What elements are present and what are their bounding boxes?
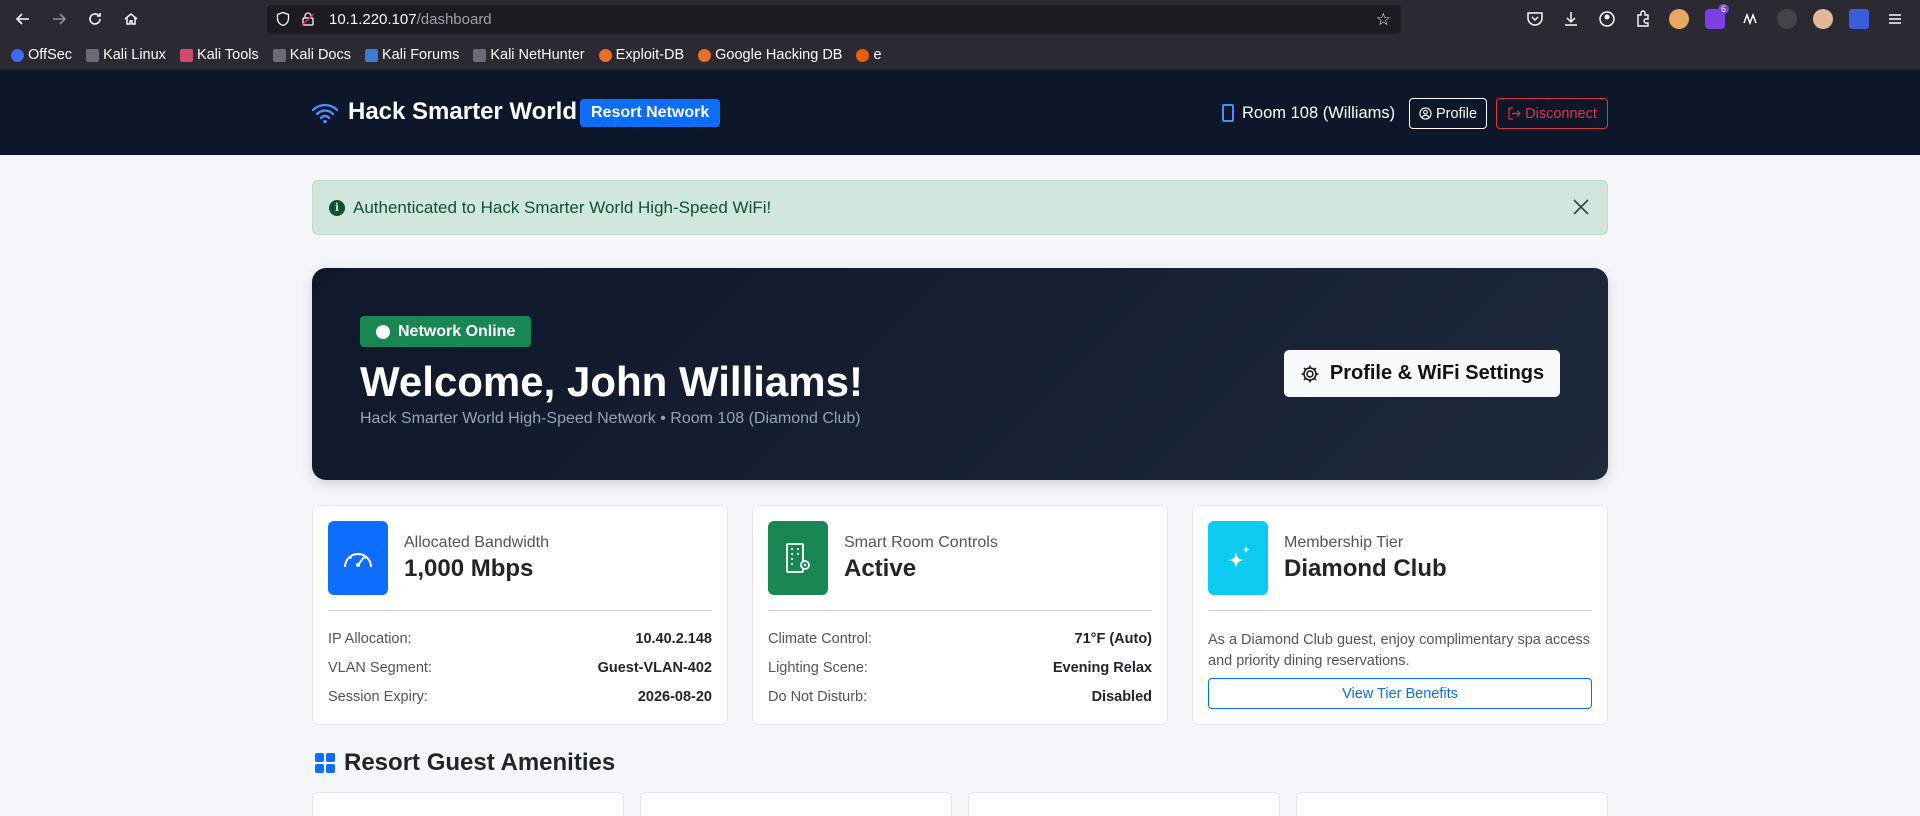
pocket-icon[interactable] xyxy=(1525,9,1545,29)
status-dot-icon xyxy=(376,324,390,339)
bookmarks-bar: OffSec Kali Linux Kali Tools Kali Docs K… xyxy=(0,40,1920,70)
browser-nav-row: 10.1.220.107/dashboard ☆ 6 xyxy=(0,0,1920,38)
bookmark-kali-nethunter[interactable]: Kali NetHunter xyxy=(473,47,585,63)
logout-icon xyxy=(1508,107,1521,120)
card-label: Membership Tier xyxy=(1284,534,1404,551)
amenity-card[interactable] xyxy=(1296,792,1608,816)
card-label: Smart Room Controls xyxy=(844,534,998,551)
welcome-subtitle: Hack Smarter World High-Speed Network • … xyxy=(360,410,861,427)
brand-name[interactable]: Hack Smarter World xyxy=(348,98,577,126)
amenity-card[interactable] xyxy=(640,792,952,816)
network-status-badge: Network Online xyxy=(360,316,532,347)
tracking-shield-icon[interactable] xyxy=(275,11,291,27)
bandwidth-card: Allocated Bandwidth 1,000 Mbps IP Alloca… xyxy=(312,505,728,725)
amenity-card[interactable] xyxy=(312,792,624,816)
info-icon: i xyxy=(329,200,345,216)
bookmark-star-icon[interactable]: ☆ xyxy=(1376,10,1391,30)
firefox-icon xyxy=(856,48,870,62)
do-not-disturb-row: Do Not Disturb: Disabled xyxy=(768,689,1152,705)
kali-dragon-icon xyxy=(272,48,286,62)
card-value: Diamond Club xyxy=(1284,555,1447,582)
menu-icon[interactable] xyxy=(1885,9,1905,29)
view-tier-benefits-button[interactable]: View Tier Benefits xyxy=(1208,678,1592,709)
app-navbar: Hack Smarter World Resort Network Room 1… xyxy=(0,70,1920,155)
user-circle-icon xyxy=(1419,107,1432,120)
building-gear-icon xyxy=(768,521,828,595)
membership-description: As a Diamond Club guest, enjoy complimen… xyxy=(1208,632,1591,669)
network-badge: Resort Network xyxy=(580,99,721,127)
url-path: /dashboard xyxy=(416,11,492,28)
home-icon[interactable] xyxy=(119,7,143,31)
bookmark-kali-tools[interactable]: Kali Tools xyxy=(179,47,259,63)
vlan-segment-row: VLAN Segment: Guest-VLAN-402 xyxy=(328,660,712,676)
auth-success-alert: i Authenticated to Hack Smarter World Hi… xyxy=(312,180,1608,235)
session-expiry-row: Session Expiry: 2026-08-20 xyxy=(328,689,712,705)
amenities-title: Resort Guest Amenities xyxy=(344,749,616,776)
forward-arrow-icon[interactable] xyxy=(47,7,71,31)
reload-icon[interactable] xyxy=(83,7,107,31)
climate-control-row: Climate Control: 71°F (Auto) xyxy=(768,631,1152,647)
card-label: Allocated Bandwidth xyxy=(404,534,549,551)
close-icon[interactable] xyxy=(1571,197,1591,217)
insecure-lock-icon[interactable] xyxy=(300,11,316,27)
bookmark-kali-docs[interactable]: Kali Docs xyxy=(272,47,351,63)
face-extension-icon[interactable] xyxy=(1813,9,1833,29)
gear-icon xyxy=(1301,365,1319,382)
card-value: 1,000 Mbps xyxy=(404,555,534,582)
divider xyxy=(328,610,712,611)
alert-message: Authenticated to Hack Smarter World High… xyxy=(353,198,772,217)
url-host: 10.1.220.107 xyxy=(329,11,417,28)
divider xyxy=(768,610,1152,611)
amenity-card[interactable] xyxy=(968,792,1280,816)
profile-wifi-settings-button[interactable]: Profile & WiFi Settings xyxy=(1284,350,1560,397)
room-controls-card: Smart Room Controls Active Climate Contr… xyxy=(752,505,1168,725)
url-bar[interactable]: 10.1.220.107/dashboard ☆ xyxy=(267,5,1401,34)
kali-forums-icon xyxy=(364,48,378,62)
wappalyzer-icon[interactable] xyxy=(1741,9,1761,29)
speedometer-icon xyxy=(328,521,388,595)
purple-extension-icon[interactable]: 6 xyxy=(1705,4,1729,29)
sparkles-icon xyxy=(1208,521,1268,595)
browser-chrome: 10.1.220.107/dashboard ☆ 6 OffSec Kali L… xyxy=(0,0,1920,70)
welcome-title: Welcome, John Williams! xyxy=(360,358,863,405)
wifi-icon xyxy=(312,103,338,124)
bookmark-offsec[interactable]: OffSec xyxy=(11,47,72,63)
membership-card: Membership Tier Diamond Club As a Diamon… xyxy=(1192,505,1608,725)
welcome-hero: Network Online Welcome, John Williams! H… xyxy=(312,268,1608,480)
door-icon xyxy=(1222,104,1234,122)
divider xyxy=(1208,610,1592,611)
back-arrow-icon[interactable] xyxy=(11,7,35,31)
bookmark-google-hacking-db[interactable]: Google Hacking DB xyxy=(698,47,842,63)
account-icon[interactable] xyxy=(1597,9,1617,29)
bookmark-kali-linux[interactable]: Kali Linux xyxy=(86,47,166,63)
grid-icon xyxy=(315,753,335,773)
exploit-db-icon xyxy=(598,48,612,62)
lighting-scene-row: Lighting Scene: Evening Relax xyxy=(768,660,1152,676)
hat-extension-icon[interactable] xyxy=(1777,9,1797,29)
cookie-extension-icon[interactable] xyxy=(1669,9,1689,29)
downloads-icon[interactable] xyxy=(1561,9,1581,29)
bookmark-kali-forums[interactable]: Kali Forums xyxy=(364,47,459,63)
kali-dragon-icon xyxy=(473,48,487,62)
room-label: Room 108 (Williams) xyxy=(1242,104,1396,122)
home-extension-icon[interactable] xyxy=(1849,9,1869,29)
extensions-icon[interactable] xyxy=(1633,9,1653,29)
card-value: Active xyxy=(844,555,917,582)
ip-allocation-row: IP Allocation: 10.40.2.148 xyxy=(328,631,712,647)
offsec-icon xyxy=(11,48,24,62)
ghdb-icon xyxy=(698,48,712,62)
profile-button[interactable]: Profile xyxy=(1409,98,1487,129)
kali-tools-icon xyxy=(179,48,193,62)
kali-dragon-icon xyxy=(86,48,100,62)
disconnect-button[interactable]: Disconnect xyxy=(1496,98,1608,129)
bookmark-exploit-db[interactable]: Exploit-DB xyxy=(598,47,684,63)
bookmark-e[interactable]: e xyxy=(856,47,882,63)
extension-badge: 6 xyxy=(1717,4,1729,14)
url-text[interactable]: 10.1.220.107/dashboard xyxy=(329,11,492,28)
